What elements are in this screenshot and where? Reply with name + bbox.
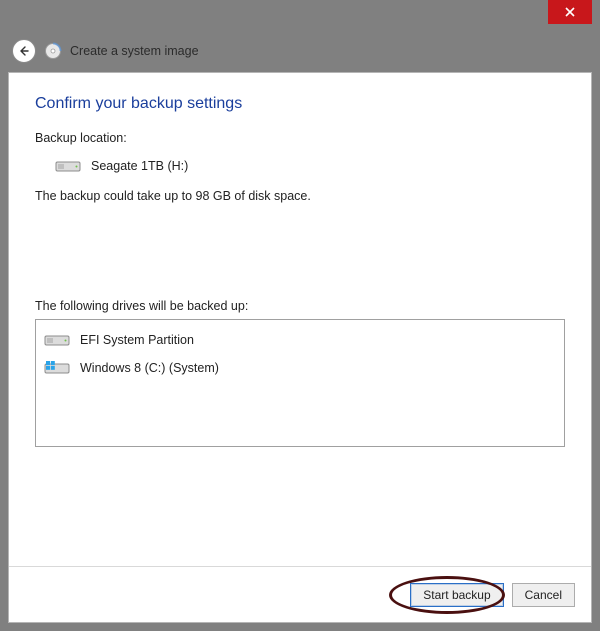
list-item[interactable]: Windows 8 (C:) (System) bbox=[42, 354, 558, 382]
hard-drive-icon bbox=[55, 157, 81, 175]
start-backup-button[interactable]: Start backup bbox=[410, 583, 503, 607]
page-heading: Confirm your backup settings bbox=[35, 95, 565, 113]
list-item[interactable]: EFI System Partition bbox=[42, 326, 558, 354]
wizard-content-panel: Confirm your backup settings Backup loca… bbox=[8, 72, 592, 623]
drive-item-label: Windows 8 (C:) (System) bbox=[80, 361, 219, 375]
back-button[interactable] bbox=[12, 39, 36, 63]
cancel-button[interactable]: Cancel bbox=[512, 583, 575, 607]
drives-list-label: The following drives will be backed up: bbox=[35, 299, 565, 313]
drive-item-label: EFI System Partition bbox=[80, 333, 194, 347]
backup-location-label: Backup location: bbox=[35, 131, 565, 145]
wizard-window: Create a system image Confirm your backu… bbox=[0, 0, 600, 631]
drives-list: EFI System Partition Windows 8 (C:) (Sys… bbox=[35, 319, 565, 447]
backup-location-name: Seagate 1TB (H:) bbox=[91, 159, 188, 173]
backup-size-estimate: The backup could take up to 98 GB of dis… bbox=[35, 189, 565, 203]
wizard-header: Create a system image bbox=[12, 38, 588, 64]
window-close-button[interactable] bbox=[548, 0, 592, 24]
wizard-footer: Start backup Cancel bbox=[9, 566, 591, 622]
system-image-icon bbox=[44, 42, 62, 60]
back-arrow-icon bbox=[18, 45, 30, 57]
windows-drive-icon bbox=[44, 359, 70, 377]
hard-drive-icon bbox=[44, 331, 70, 349]
wizard-title: Create a system image bbox=[70, 44, 199, 58]
close-icon bbox=[565, 7, 575, 17]
backup-location-drive: Seagate 1TB (H:) bbox=[55, 157, 565, 175]
